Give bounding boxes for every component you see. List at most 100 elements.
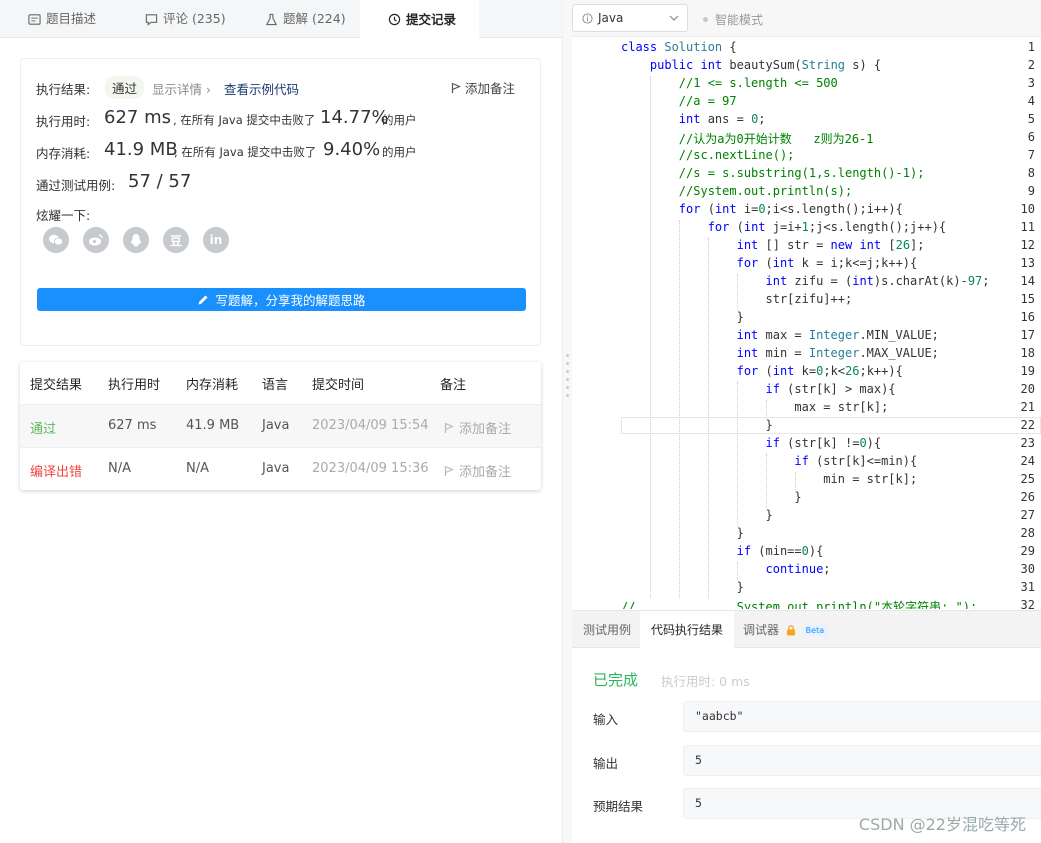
comment-icon	[145, 13, 158, 26]
indent-guide	[736, 562, 738, 580]
code-line[interactable]: }	[621, 418, 772, 432]
code-line[interactable]: max = str[k];	[621, 400, 888, 414]
code-line[interactable]: }	[621, 490, 801, 504]
language-select[interactable]: Java	[572, 4, 688, 32]
code-line[interactable]: int zifu = (int)s.charAt(k)-97;	[621, 274, 990, 288]
line-number: 13	[1020, 256, 1035, 270]
submission-result-card: 执行结果: 通过 显示详情 › 查看示例代码 添加备注 执行用时: 627 ms…	[20, 58, 541, 346]
row-status[interactable]: 编译出错	[30, 461, 82, 480]
code-line[interactable]: //sc.nextLine();	[621, 148, 795, 162]
code-line[interactable]: if (str[k] !=0){	[621, 436, 882, 450]
run-status: 已完成	[593, 671, 639, 689]
qq-icon[interactable]	[123, 227, 149, 253]
console-tabs: 测试用例 代码执行结果 调试器 Beta	[572, 610, 1041, 649]
input-value-box: "aabcb"	[683, 701, 1041, 732]
table-row[interactable]: 通过 627 ms 41.9 MB Java 2023/04/09 15:54 …	[20, 404, 541, 447]
douban-glyph: 豆	[169, 233, 182, 248]
line-number: 6	[1027, 130, 1035, 144]
code-editor[interactable]: 1 class Solution {2 public int beautySum(…	[572, 37, 1041, 609]
code-line[interactable]: }	[621, 526, 744, 540]
line-number: 15	[1020, 292, 1035, 306]
code-line[interactable]: //s = s.substring(1,s.length()-1);	[621, 166, 925, 180]
line-number: 29	[1020, 544, 1035, 558]
status-badge: 通过	[105, 76, 145, 99]
exec-time-label: 执行用时:	[36, 114, 91, 129]
wechat-icon[interactable]	[43, 227, 69, 253]
line-number: 20	[1020, 382, 1035, 396]
row-memory: 41.9 MB	[186, 418, 240, 433]
code-line[interactable]: int max = Integer.MIN_VALUE;	[621, 328, 939, 342]
line-number: 5	[1027, 112, 1035, 126]
tab-testcase[interactable]: 测试用例	[572, 611, 642, 649]
view-sample-code-link[interactable]: 查看示例代码	[224, 79, 299, 98]
row-status[interactable]: 通过	[30, 418, 56, 437]
indent-guide	[794, 472, 796, 490]
code-line[interactable]: min = str[k];	[621, 472, 917, 486]
code-line[interactable]: public int beautySum(String s) {	[621, 58, 881, 72]
tab-submissions[interactable]: 提交记录	[360, 0, 479, 39]
tests-value: 57 / 57	[128, 171, 192, 192]
exec-time-tail: 的用户	[382, 113, 417, 127]
smart-mode-toggle[interactable]: 智能模式	[703, 11, 763, 28]
tab-comments[interactable]: 评论 (235)	[117, 0, 237, 38]
memory-percent: 9.40%	[323, 139, 381, 160]
linkedin-icon[interactable]: in	[203, 227, 229, 253]
indent-guide	[649, 76, 651, 598]
panel-splitter[interactable]	[563, 0, 572, 843]
show-detail-link[interactable]: 显示详情 ›	[152, 79, 211, 98]
col-header-date: 提交时间	[312, 378, 365, 393]
code-line[interactable]: int [] str = new int [26];	[621, 238, 925, 252]
flag-icon	[444, 465, 454, 476]
code-line[interactable]: int ans = 0;	[621, 112, 766, 126]
line-number: 28	[1020, 526, 1035, 540]
flag-icon	[444, 422, 454, 433]
code-line[interactable]: }	[621, 310, 744, 324]
code-line[interactable]: for (int k=0;k<26;k++){	[621, 364, 903, 378]
code-line[interactable]: }	[621, 580, 744, 594]
input-label: 输入	[593, 712, 619, 727]
share-label: 炫耀一下:	[36, 208, 91, 223]
weibo-icon[interactable]	[83, 227, 109, 253]
row-time: 627 ms	[108, 418, 157, 433]
code-line[interactable]: //a = 97	[621, 94, 737, 108]
expected-label: 预期结果	[593, 799, 644, 814]
code-line[interactable]: int min = Integer.MAX_VALUE;	[621, 346, 939, 360]
row-time: N/A	[108, 461, 131, 476]
tab-debugger[interactable]: 调试器 Beta	[732, 611, 838, 649]
code-line[interactable]: for (int j=i+1;j<s.length();j++){	[621, 220, 946, 234]
memory-value: 41.9 MB	[104, 139, 178, 160]
line-number: 23	[1020, 436, 1035, 450]
code-line[interactable]: // System.out.println("本轮字符串: ");	[621, 598, 977, 609]
lock-icon	[786, 625, 795, 636]
linkedin-glyph: in	[209, 233, 223, 247]
tab-run-result[interactable]: 代码执行结果	[640, 611, 735, 649]
code-line[interactable]: for (int i=0;i<s.length();i++){	[621, 202, 903, 216]
write-solution-button[interactable]: 写题解，分享我的解题思路	[37, 288, 526, 311]
tab-submissions-label: 提交记录	[406, 11, 457, 27]
code-line[interactable]: class Solution {	[621, 40, 737, 54]
code-line[interactable]: continue;	[621, 562, 831, 576]
code-line[interactable]: if (str[k] > max){	[621, 382, 896, 396]
left-panel: 题目描述 评论 (235) 题解 (224) 提交记录 执行结果: 通过 显示详…	[0, 0, 563, 843]
row-memory: N/A	[186, 461, 209, 476]
douban-icon[interactable]: 豆	[163, 227, 189, 253]
code-line[interactable]: if (min==0){	[621, 544, 824, 558]
tab-description[interactable]: 题目描述	[0, 0, 120, 38]
code-line[interactable]: }	[621, 508, 772, 522]
table-row[interactable]: 编译出错 N/A N/A Java 2023/04/09 15:36 添加备注	[20, 447, 541, 490]
code-line[interactable]: //认为a为0开始计数 z则为26-1	[621, 130, 874, 147]
row-add-note-button[interactable]: 添加备注	[444, 461, 511, 480]
code-line[interactable]: //1 <= s.length <= 500	[621, 76, 838, 90]
row-add-note-button[interactable]: 添加备注	[444, 418, 511, 437]
row-language: Java	[262, 461, 290, 476]
exec-result-label: 执行结果:	[36, 82, 91, 97]
code-line[interactable]: if (str[k]<=min){	[621, 454, 917, 468]
add-note-button[interactable]: 添加备注	[451, 78, 515, 97]
code-line[interactable]: for (int k = i;k<=j;k++){	[621, 256, 918, 270]
line-number: 7	[1027, 148, 1035, 162]
code-line[interactable]: //System.out.println(s);	[621, 184, 852, 198]
line-number: 18	[1020, 346, 1035, 360]
description-icon	[28, 13, 41, 25]
tab-solutions[interactable]: 题解 (224)	[237, 0, 362, 38]
pencil-icon	[198, 295, 208, 304]
